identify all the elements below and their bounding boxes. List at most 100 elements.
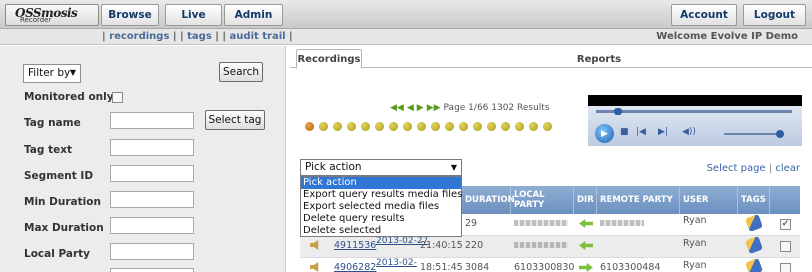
subnav-separator: |	[285, 31, 293, 42]
first-page-icon[interactable]: ◀◀	[390, 103, 404, 113]
media-player-controls: ▶ ■ |◀ ▶| ◀))	[588, 106, 802, 146]
pager: ◀◀ ◀ ▶ ▶▶ Page 1/66 1302 Results	[390, 103, 550, 113]
stop-icon[interactable]: ■	[620, 127, 629, 137]
nav-account-button[interactable]: Account	[671, 4, 737, 26]
page-dot[interactable]	[529, 122, 538, 131]
last-page-icon[interactable]: ▶▶	[427, 103, 441, 113]
volume-icon[interactable]: ◀))	[682, 127, 696, 137]
user-cell: Ryan	[683, 260, 707, 271]
action-option-delete-selected[interactable]: Delete selected	[301, 225, 461, 237]
pager-text: Page 1/66 1302 Results	[443, 103, 550, 113]
previous-page-icon[interactable]: ◀	[407, 103, 414, 113]
search-button[interactable]: Search	[219, 62, 263, 82]
row-checkbox[interactable]	[780, 263, 791, 272]
row-checkbox[interactable]	[780, 241, 791, 252]
select-tag-button[interactable]: Select tag	[205, 110, 265, 130]
min-duration-input[interactable]	[110, 191, 194, 208]
nav-live-tab[interactable]: Live	[165, 4, 222, 26]
play-icon[interactable]: ▶	[595, 124, 614, 143]
clear-link[interactable]: clear	[775, 163, 800, 174]
speaker-icon[interactable]	[310, 240, 319, 250]
action-option-export-selected[interactable]: Export selected media files	[301, 201, 461, 213]
subnav-links: | recordings | | tags | | audit trail |	[102, 31, 293, 42]
col-local-party[interactable]: LOCAL PARTY	[511, 186, 574, 214]
page-dot[interactable]	[473, 122, 482, 131]
page-dot[interactable]	[333, 122, 342, 131]
page-dot[interactable]	[375, 122, 384, 131]
ossmosis-logo[interactable]: OSSmosis Recorder	[5, 4, 99, 26]
col-dir[interactable]: DIR	[574, 186, 597, 214]
action-option-export-query[interactable]: Export query results media files	[301, 189, 462, 201]
segment-id-input[interactable]	[110, 165, 194, 182]
page-dot[interactable]	[403, 122, 412, 131]
page-dot[interactable]	[319, 122, 328, 131]
action-select[interactable]: Pick action ▼	[300, 159, 462, 176]
subnav-tags-link[interactable]: tags	[187, 31, 212, 42]
tag-text-input[interactable]	[110, 139, 194, 156]
table-row[interactable]: 4911536 2013-02-27 21:40:15 220 Ryan	[300, 236, 800, 258]
inbound-arrow-icon	[579, 241, 593, 250]
page-dot[interactable]	[389, 122, 398, 131]
remote-party-cell: 6103300484	[600, 262, 661, 272]
local-party-label: Local Party	[24, 248, 91, 260]
tag-icon[interactable]	[745, 236, 763, 254]
nav-admin-tab[interactable]: Admin	[224, 4, 283, 26]
row-checkbox-checked[interactable]: ✓	[780, 219, 791, 230]
nav-logout-button[interactable]: Logout	[743, 4, 806, 26]
col-remote-party[interactable]: REMOTE PARTY	[597, 186, 680, 214]
redacted-remote-party	[600, 220, 644, 226]
col-duration[interactable]: DURATION	[462, 186, 515, 214]
user-cell: Ryan	[683, 238, 707, 249]
page-dot[interactable]	[431, 122, 440, 131]
col-user[interactable]: USER	[680, 186, 738, 214]
select-page-link[interactable]: Select page	[707, 163, 766, 174]
table-row[interactable]: 4906282 2013-02- 18:51:45 3084 610330083…	[300, 258, 800, 272]
tab-reports[interactable]: Reports	[554, 49, 644, 69]
filter-input-partial[interactable]	[110, 268, 194, 272]
local-party-input[interactable]	[110, 243, 194, 260]
page-dot[interactable]	[515, 122, 524, 131]
page-dot-current[interactable]	[305, 122, 314, 131]
page-dot[interactable]	[501, 122, 510, 131]
user-cell: Ryan	[683, 215, 707, 226]
seek-handle[interactable]	[614, 108, 622, 115]
tag-name-input[interactable]	[110, 112, 194, 129]
subnav-audit-trail-link[interactable]: audit trail	[230, 31, 286, 42]
next-track-icon[interactable]: ▶|	[658, 127, 668, 137]
chevron-down-icon: ▼	[69, 68, 76, 77]
volume-handle[interactable]	[776, 130, 784, 138]
nav-browse-tab[interactable]: Browse	[101, 4, 159, 26]
tab-recordings[interactable]: Recordings	[296, 49, 362, 69]
segment-id-label: Segment ID	[24, 170, 94, 182]
col-tags[interactable]: TAGS	[738, 186, 770, 214]
recording-date-link[interactable]: 2013-02-	[376, 259, 417, 268]
filter-by-select[interactable]: Filter by ▼	[23, 64, 81, 83]
monitored-only-checkbox[interactable]	[112, 92, 123, 103]
page-dot[interactable]	[361, 122, 370, 131]
subnav-recordings-link[interactable]: recordings	[109, 31, 169, 42]
page-dot[interactable]	[543, 122, 552, 131]
page-dot[interactable]	[445, 122, 454, 131]
volume-slider[interactable]	[724, 133, 784, 135]
page-dot[interactable]	[417, 122, 426, 131]
recording-id-link[interactable]: 4906282	[334, 262, 376, 272]
tag-icon[interactable]	[745, 258, 763, 272]
speaker-icon[interactable]	[310, 262, 319, 272]
page-dot[interactable]	[459, 122, 468, 131]
max-duration-input[interactable]	[110, 217, 194, 234]
next-page-icon[interactable]: ▶	[417, 103, 424, 113]
recording-id-link[interactable]: 4911536	[334, 240, 376, 251]
previous-track-icon[interactable]: |◀	[636, 127, 646, 137]
seek-bar[interactable]	[596, 110, 792, 113]
select-links-separator: |	[765, 163, 776, 174]
page-dot[interactable]	[347, 122, 356, 131]
action-dropdown-list: Pick action Export query results media f…	[300, 176, 462, 237]
page-dot[interactable]	[487, 122, 496, 131]
action-option-delete-query[interactable]: Delete query results	[301, 213, 461, 225]
tag-icon[interactable]	[745, 214, 763, 232]
chevron-down-icon: ▼	[450, 163, 457, 172]
outbound-arrow-icon	[579, 263, 593, 272]
sub-navigation-bar: | recordings | | tags | | audit trail | …	[0, 29, 812, 45]
action-option-pick[interactable]: Pick action	[301, 177, 461, 189]
subnav-separator: | |	[211, 31, 230, 42]
